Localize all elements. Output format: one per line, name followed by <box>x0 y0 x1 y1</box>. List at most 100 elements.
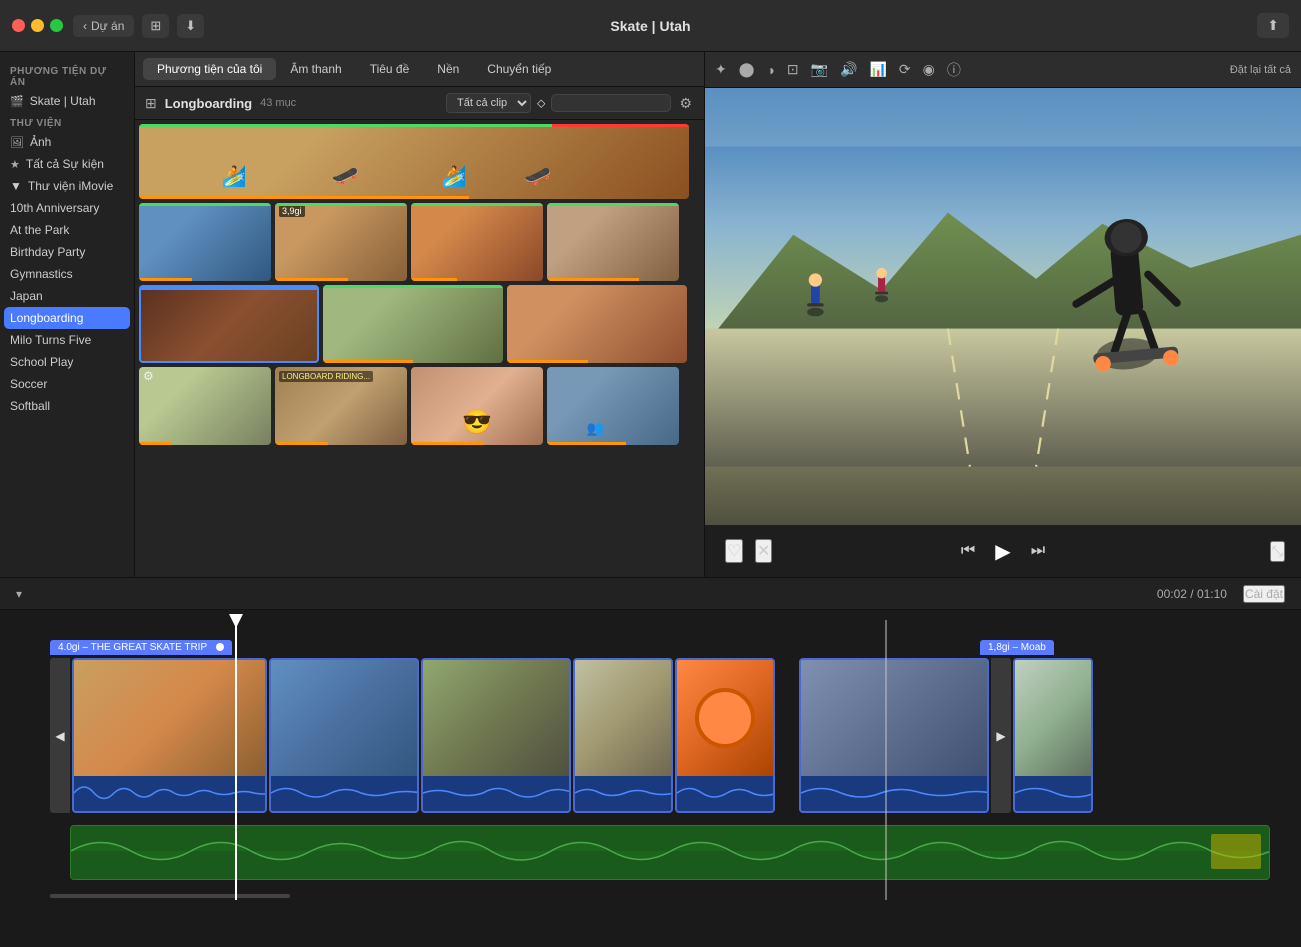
audio-clip-1[interactable]: 1,1ph – Down the Road <box>70 825 1270 880</box>
imovie-library-label: Thư viện iMovie <box>28 179 113 193</box>
browser-title: Longboarding <box>165 96 252 111</box>
right-panel: ✦ ⬤ ◑ ⊡ 📷 🔊 📊 ⟳ ◉ ⓘ Đặt lại tất cả <box>705 52 1301 577</box>
sidebar-item-longboarding[interactable]: Longboarding <box>4 307 130 329</box>
sidebar-item-japan[interactable]: Japan <box>0 285 134 307</box>
library-section-title: THƯ VIỆN <box>0 112 134 131</box>
minimize-button[interactable] <box>31 19 44 32</box>
sidebar-item-gymnastics[interactable]: Gymnastics <box>0 263 134 285</box>
sidebar-item-soccer[interactable]: Soccer <box>0 373 134 395</box>
sidebar-imovie-library-header: ▼ Thư viện iMovie <box>0 175 134 197</box>
waveform-2 <box>271 776 417 811</box>
media-thumb-4d[interactable]: 👥 <box>547 367 679 445</box>
video-clip-3[interactable] <box>421 658 571 813</box>
timeline-header: ▾ 00:02 / 01:10 Cài đặt <box>0 578 1301 610</box>
media-thumb-2b[interactable]: 3,9gi <box>275 203 407 281</box>
timeline-scroll-area[interactable]: 4.0gi – THE GREAT SKATE TRIP 1,8gi – Moa… <box>0 610 1301 947</box>
volume-icon[interactable]: 🔊 <box>840 61 857 78</box>
media-thumb-3a[interactable] <box>139 285 319 363</box>
stabilize-icon[interactable]: ⟳ <box>899 61 911 78</box>
media-thumb-3b[interactable] <box>323 285 503 363</box>
item-label: Softball <box>10 399 50 413</box>
color-balance-icon[interactable]: ◑ <box>766 62 774 78</box>
magic-wand-icon[interactable]: ✦ <box>715 61 727 78</box>
item-label: At the Park <box>10 223 69 237</box>
browser-count: 43 mục <box>260 97 296 109</box>
crop-icon[interactable]: ⊡ <box>787 61 799 78</box>
photo-icon: 🖼 <box>10 136 24 149</box>
sidebar-item-project[interactable]: 🎬 Skate | Utah <box>0 90 134 112</box>
video-clip-7[interactable] <box>1013 658 1093 813</box>
clip-handle-left[interactable]: ◀ <box>50 658 70 813</box>
sidebar-item-all-events[interactable]: ★ Tất cả Sự kiện <box>0 153 134 175</box>
library-view-button[interactable]: ⊞ <box>142 14 169 38</box>
camera-icon[interactable]: 📷 <box>811 61 828 78</box>
clip-label-1: 4.0gi – THE GREAT SKATE TRIP <box>50 640 232 655</box>
media-row-3 <box>139 285 700 363</box>
back-label: Dự án <box>91 19 124 33</box>
scroll-indicator[interactable] <box>50 894 290 898</box>
maximize-button[interactable] <box>50 19 63 32</box>
media-thumb-panoramic[interactable]: 🏄 🛹 🏄 🛹 <box>139 124 689 199</box>
sidebar-item-10th[interactable]: 10th Anniversary <box>0 197 134 219</box>
import-button[interactable]: ⬇ <box>177 14 204 38</box>
sidebar-item-birthday[interactable]: Birthday Party <box>0 241 134 263</box>
video-clip-2[interactable] <box>269 658 419 813</box>
media-thumb-4b[interactable]: LONGBOARD RIDING... <box>275 367 407 445</box>
tab-backgrounds[interactable]: Nền <box>423 58 473 80</box>
reject-button[interactable]: ✕ <box>755 539 772 563</box>
inspector-toolbar: ✦ ⬤ ◑ ⊡ 📷 🔊 📊 ⟳ ◉ ⓘ Đặt lại tất cả <box>705 52 1301 88</box>
sidebar-item-softball[interactable]: Softball <box>0 395 134 417</box>
media-thumb-4a[interactable]: ⚙ <box>139 367 271 445</box>
sidebar-item-schoolplay[interactable]: School Play <box>0 351 134 373</box>
browser-header: ⊞ Longboarding 43 mục Tất cả clip ⬦ ⚙ <box>135 87 704 120</box>
video-clip-1[interactable] <box>72 658 267 813</box>
media-thumb-2d[interactable] <box>547 203 679 281</box>
info-icon[interactable]: ⓘ <box>947 60 961 80</box>
star-icon: ★ <box>10 158 20 171</box>
tab-transitions[interactable]: Chuyển tiếp <box>473 58 565 80</box>
skip-back-button[interactable]: ⏮ <box>961 542 975 560</box>
preview-video <box>705 88 1301 525</box>
chevron-left-icon: ‹ <box>83 19 87 33</box>
color-wheel-icon[interactable]: ⬤ <box>739 61 755 78</box>
waveform-4 <box>575 776 671 811</box>
media-thumb-4c[interactable]: 😎 <box>411 367 543 445</box>
search-input[interactable] <box>551 94 671 112</box>
gear-button[interactable]: ⚙ <box>677 95 694 112</box>
sidebar-item-photos[interactable]: 🖼 Ảnh <box>0 131 134 153</box>
chart-icon[interactable]: 📊 <box>869 61 886 78</box>
timeline-settings-button[interactable]: Cài đặt <box>1243 585 1285 603</box>
sidebar-item-atpark[interactable]: At the Park <box>0 219 134 241</box>
preview-scene <box>705 88 1301 525</box>
item-label: 10th Anniversary <box>10 201 99 215</box>
media-thumb-2c[interactable] <box>411 203 543 281</box>
tab-titles[interactable]: Tiêu đề <box>356 58 424 80</box>
close-button[interactable] <box>12 19 25 32</box>
reset-all-button[interactable]: Đặt lại tất cả <box>1230 64 1291 76</box>
favorite-button[interactable]: ♡ <box>725 539 743 563</box>
video-clip-4[interactable] <box>573 658 673 813</box>
waveform-6 <box>801 776 987 811</box>
clip-filter-select[interactable]: Tất cả clip <box>446 93 531 113</box>
media-thumb-2a[interactable] <box>139 203 271 281</box>
titlebar: ‹ Dự án ⊞ ⬇ Skate | Utah ⬆ <box>0 0 1301 52</box>
waveform-5 <box>677 776 773 811</box>
back-button[interactable]: ‹ Dự án <box>73 15 134 37</box>
fullscreen-button[interactable]: ⤡ <box>1270 541 1285 562</box>
play-button[interactable]: ▶ <box>995 539 1010 564</box>
tab-my-media[interactable]: Phương tiện của tôi <box>143 58 276 80</box>
sidebar-item-milo[interactable]: Milo Turns Five <box>0 329 134 351</box>
tab-audio[interactable]: Âm thanh <box>276 58 355 80</box>
audio-waveform <box>71 825 1270 879</box>
skip-forward-button[interactable]: ⏭ <box>1031 542 1045 560</box>
media-thumb-3c[interactable] <box>507 285 687 363</box>
triangle-icon: ▼ <box>10 179 22 193</box>
video-clip-6[interactable] <box>799 658 989 813</box>
video-clip-5[interactable] <box>675 658 775 813</box>
share-button[interactable]: ⬆ <box>1257 13 1289 38</box>
all-events-label: Tất cả Sự kiện <box>26 157 104 171</box>
item-label: Japan <box>10 289 43 303</box>
grid-toggle-button[interactable]: ⊞ <box>145 95 157 112</box>
filter-icon[interactable]: ◉ <box>923 61 935 78</box>
clip-handle-right[interactable]: ▶ <box>991 658 1011 813</box>
